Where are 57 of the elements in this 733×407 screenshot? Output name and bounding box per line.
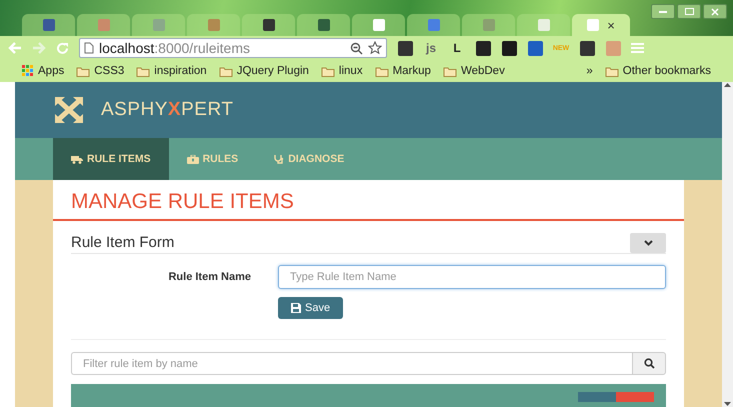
chevron-icon: [644, 240, 652, 246]
folder-icon: [76, 66, 90, 76]
browser-tab[interactable]: [22, 14, 75, 36]
folder-icon: [320, 66, 335, 76]
bookmark-link[interactable]: linux: [320, 65, 363, 77]
extension-icon[interactable]: [398, 40, 412, 56]
bookmark-link[interactable]: JQuery Plugin: [218, 65, 309, 77]
bookmark-link[interactable]: Apps: [22, 65, 64, 77]
logo-icon: [55, 97, 83, 123]
address-bar[interactable]: localhost:8000/ruleitems: [79, 38, 387, 58]
medkit-icon: [186, 154, 199, 164]
ambulance-icon: [71, 154, 83, 164]
other-bookmarks-link[interactable]: Other bookmarks: [604, 65, 711, 77]
folder-icon: [604, 66, 619, 76]
bookmark-link[interactable]: Markup: [374, 65, 431, 77]
extension-button[interactable]: js: [423, 40, 439, 56]
maximize-icon: [684, 8, 694, 15]
star-icon[interactable]: [368, 41, 382, 55]
save-button[interactable]: Save: [278, 297, 344, 319]
nav-tab[interactable]: RULE ITEMS: [53, 138, 169, 180]
zoom-icon[interactable]: [350, 42, 363, 54]
folder-icon: [218, 66, 233, 76]
filter-field[interactable]: Filter rule item by name: [71, 352, 632, 375]
bookmark-link[interactable]: CSS3: [76, 65, 124, 77]
folder-icon: [442, 66, 457, 76]
browser-tab[interactable]: [242, 14, 295, 36]
search-icon: [644, 358, 654, 369]
bookmark-link[interactable]: WebDev: [442, 65, 505, 77]
extension-icon[interactable]: [580, 40, 594, 56]
search-button[interactable]: [632, 352, 666, 375]
maximize-button[interactable]: [677, 4, 701, 19]
page-title: MANAGE RULE ITEMS: [53, 180, 684, 221]
more-bookmarks-button[interactable]: »: [586, 65, 593, 77]
url-text: localhost:8000/ruleitems: [99, 40, 250, 56]
scrollbar[interactable]: [722, 82, 733, 407]
apps-grid-icon: [22, 65, 34, 77]
field-label: Rule Item Name: [167, 271, 252, 283]
page-icon: [84, 42, 94, 54]
folder-icon: [374, 66, 389, 76]
stethoscope-icon: [274, 154, 284, 164]
close-icon: [711, 8, 719, 16]
browser-tab[interactable]: ×: [572, 14, 630, 36]
collapse-button[interactable]: [630, 233, 666, 253]
scroll-down-icon[interactable]: [724, 402, 731, 407]
extension-icon[interactable]: [476, 40, 490, 56]
close-tab-button[interactable]: ×: [607, 18, 615, 32]
folder-icon: [136, 66, 150, 76]
brand-name: ASPHYXPERT: [101, 99, 234, 121]
close-window-button[interactable]: [703, 4, 727, 19]
bookmark-link[interactable]: inspiration: [136, 65, 207, 77]
minimize-button[interactable]: [651, 4, 675, 19]
browser-tab[interactable]: [297, 14, 350, 36]
extension-button[interactable]: L: [449, 40, 465, 56]
rule-item-name-input[interactable]: Type Rule Item Name: [278, 265, 666, 289]
minimize-icon: [659, 10, 667, 12]
form-title: Rule Item Form: [71, 234, 174, 252]
extension-icon[interactable]: [502, 40, 516, 56]
